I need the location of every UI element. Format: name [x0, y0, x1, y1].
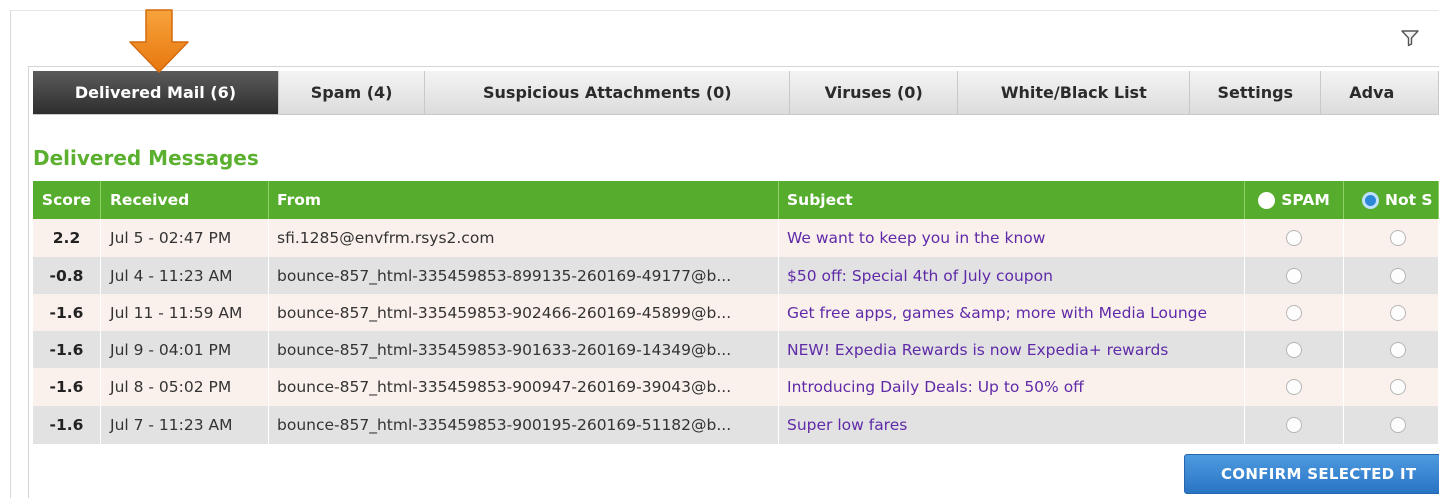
score-cell: -0.8 [33, 257, 101, 295]
from-cell: bounce-857_html-335459853-902466-260169-… [269, 294, 779, 332]
received-cell: Jul 5 - 02:47 PM [101, 219, 269, 257]
tab-advanced[interactable]: Adva [1321, 71, 1439, 115]
tab-suspicious-attachments[interactable]: Suspicious Attachments (0) [425, 71, 791, 115]
not-spam-cell [1344, 406, 1439, 444]
spam-cell [1245, 368, 1344, 406]
table-row[interactable]: 2.2 Jul 5 - 02:47 PM sfi.1285@envfrm.rsy… [33, 219, 1439, 257]
received-cell: Jul 8 - 05:02 PM [101, 368, 269, 406]
header-subject[interactable]: Subject [779, 181, 1245, 219]
header-spam-label: SPAM [1281, 191, 1330, 209]
not-spam-radio[interactable] [1390, 230, 1406, 246]
section-title: Delivered Messages [33, 146, 259, 170]
tab-white-black-list[interactable]: White/Black List [958, 71, 1191, 115]
spam-cell [1245, 294, 1344, 332]
spam-cell [1245, 257, 1344, 295]
subject-link[interactable]: We want to keep you in the know [779, 219, 1245, 257]
from-cell: sfi.1285@envfrm.rsys2.com [269, 219, 779, 257]
not-spam-radio[interactable] [1390, 305, 1406, 321]
tab-delivered-mail[interactable]: Delivered Mail (6) [33, 71, 279, 115]
score-cell: 2.2 [33, 219, 101, 257]
mail-tabs: Delivered Mail (6) Spam (4) Suspicious A… [33, 71, 1439, 115]
spam-cell [1245, 406, 1344, 444]
messages-table: Score Received From Subject SPAM Not S 2… [33, 181, 1439, 444]
not-spam-radio[interactable] [1390, 417, 1406, 433]
received-cell: Jul 7 - 11:23 AM [101, 406, 269, 444]
filter-icon[interactable] [1400, 28, 1420, 48]
down-arrow-icon [129, 9, 189, 73]
not-spam-cell [1344, 294, 1439, 332]
spam-radio[interactable] [1286, 342, 1302, 358]
not-spam-radio[interactable] [1390, 379, 1406, 395]
header-from[interactable]: From [269, 181, 779, 219]
select-all-not-spam-radio[interactable] [1362, 191, 1379, 209]
select-all-spam-radio[interactable] [1258, 191, 1276, 209]
tab-settings[interactable]: Settings [1190, 71, 1322, 115]
table-row[interactable]: -1.6 Jul 9 - 04:01 PM bounce-857_html-33… [33, 331, 1439, 369]
score-cell: -1.6 [33, 368, 101, 406]
tab-spam[interactable]: Spam (4) [278, 71, 426, 115]
not-spam-radio[interactable] [1390, 342, 1406, 358]
not-spam-cell [1344, 219, 1439, 257]
header-not-spam: Not S [1344, 181, 1439, 219]
header-received[interactable]: Received [101, 181, 269, 219]
header-spam: SPAM [1245, 181, 1344, 219]
spam-cell [1245, 219, 1344, 257]
spam-radio[interactable] [1286, 417, 1302, 433]
subject-link[interactable]: Get free apps, games &amp; more with Med… [779, 294, 1245, 332]
spam-radio[interactable] [1286, 230, 1302, 246]
spam-radio[interactable] [1286, 305, 1302, 321]
spam-radio[interactable] [1286, 268, 1302, 284]
subject-link[interactable]: Super low fares [779, 406, 1245, 444]
spam-radio[interactable] [1286, 379, 1302, 395]
subject-link[interactable]: NEW! Expedia Rewards is now Expedia+ rew… [779, 331, 1245, 369]
from-cell: bounce-857_html-335459853-900195-260169-… [269, 406, 779, 444]
tab-viruses[interactable]: Viruses (0) [790, 71, 959, 115]
table-row[interactable]: -1.6 Jul 7 - 11:23 AM bounce-857_html-33… [33, 406, 1439, 444]
received-cell: Jul 11 - 11:59 AM [101, 294, 269, 332]
subject-link[interactable]: $50 off: Special 4th of July coupon [779, 257, 1245, 295]
table-row[interactable]: -1.6 Jul 11 - 11:59 AM bounce-857_html-3… [33, 294, 1439, 332]
spam-cell [1245, 331, 1344, 369]
not-spam-cell [1344, 368, 1439, 406]
header-not-spam-label: Not S [1385, 191, 1433, 209]
received-cell: Jul 9 - 04:01 PM [101, 331, 269, 369]
score-cell: -1.6 [33, 294, 101, 332]
from-cell: bounce-857_html-335459853-901633-260169-… [269, 331, 779, 369]
score-cell: -1.6 [33, 406, 101, 444]
from-cell: bounce-857_html-335459853-900947-260169-… [269, 368, 779, 406]
table-row[interactable]: -0.8 Jul 4 - 11:23 AM bounce-857_html-33… [33, 257, 1439, 295]
header-score[interactable]: Score [33, 181, 101, 219]
not-spam-cell [1344, 331, 1439, 369]
not-spam-radio[interactable] [1390, 268, 1406, 284]
confirm-selected-button[interactable]: CONFIRM SELECTED IT [1184, 454, 1439, 494]
not-spam-cell [1344, 257, 1439, 295]
table-header: Score Received From Subject SPAM Not S [33, 181, 1439, 219]
subject-link[interactable]: Introducing Daily Deals: Up to 50% off [779, 368, 1245, 406]
table-row[interactable]: -1.6 Jul 8 - 05:02 PM bounce-857_html-33… [33, 368, 1439, 406]
score-cell: -1.6 [33, 331, 101, 369]
from-cell: bounce-857_html-335459853-899135-260169-… [269, 257, 779, 295]
received-cell: Jul 4 - 11:23 AM [101, 257, 269, 295]
